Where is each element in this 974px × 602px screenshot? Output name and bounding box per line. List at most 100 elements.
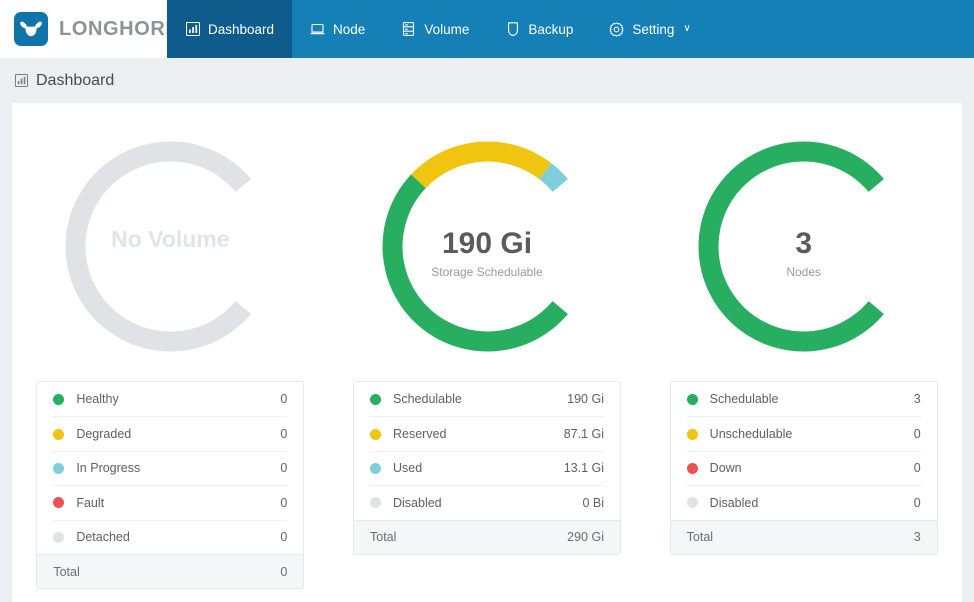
- legend-total-row: Total 0: [37, 553, 304, 589]
- status-dot: [53, 428, 65, 440]
- legend-total-row: Total 3: [670, 519, 937, 554]
- chevron-down-icon: ∨: [683, 23, 691, 34]
- dashboard-panels: No Volume Healthy 0 Degraded 0 In Progre…: [12, 119, 962, 590]
- legend-label: Down: [709, 461, 742, 476]
- legend-value: 190 Gi: [567, 392, 604, 407]
- status-dot: [53, 497, 65, 509]
- legend-label: Disabled: [709, 495, 759, 510]
- bar-chart-icon: [185, 22, 200, 37]
- storage-gauge-svg: [382, 141, 568, 352]
- gauge-arcs: [65, 141, 251, 352]
- legend-row[interactable]: Detached 0: [37, 519, 303, 554]
- legend-label: In Progress: [76, 461, 141, 476]
- legend-row[interactable]: Healthy 0: [37, 382, 303, 416]
- status-dot: [53, 531, 65, 543]
- legend-total-value: 290 Gi: [567, 530, 604, 545]
- legend-value: 0: [280, 495, 288, 510]
- legend-label: Reserved: [393, 427, 447, 442]
- nav-item-node[interactable]: Node: [292, 0, 383, 58]
- gauge-arcs: [698, 141, 885, 352]
- nav-item-label: Setting: [632, 21, 675, 37]
- legend-row[interactable]: Reserved 87.1 Gi: [354, 416, 620, 450]
- legend-row[interactable]: Schedulable 3: [671, 382, 937, 416]
- legend-value: 13.1 Gi: [563, 461, 604, 476]
- legend-label: Fault: [76, 495, 105, 510]
- legend-value: 0: [280, 530, 288, 545]
- volume-gauge: No Volume: [43, 119, 298, 369]
- status-dot: [686, 428, 698, 440]
- nav-item-dashboard[interactable]: Dashboard: [167, 0, 293, 58]
- status-dot: [370, 462, 381, 474]
- legend-label: Unschedulable: [709, 427, 793, 442]
- nav-item-label: Dashboard: [208, 21, 275, 37]
- status-dot: [370, 393, 381, 405]
- gauge-arcs: [382, 141, 568, 352]
- volume-gauge-svg: [65, 141, 251, 352]
- status-dot: [53, 462, 65, 474]
- legend-row[interactable]: Schedulable 190 Gi: [354, 382, 620, 416]
- nav-item-label: Volume: [424, 21, 470, 37]
- legend-value: 0: [913, 461, 921, 476]
- legend-value: 87.1 Gi: [563, 427, 604, 442]
- legend-label: Degraded: [76, 427, 132, 442]
- nav-item-setting[interactable]: Setting ∨: [591, 0, 708, 58]
- status-dot: [686, 497, 698, 509]
- panel-storage: 190 Gi Storage Schedulable Schedulable 1…: [329, 119, 646, 589]
- nodes-gauge-svg: [698, 141, 885, 352]
- nodes-legend-table: Schedulable 3 Unschedulable 0 Down 0 Dis…: [669, 381, 938, 555]
- legend-value: 0: [280, 392, 288, 407]
- gear-icon: [609, 21, 624, 37]
- legend-row[interactable]: Used 13.1 Gi: [354, 450, 620, 485]
- storage-legend-table: Schedulable 190 Gi Reserved 87.1 Gi Used: [353, 381, 621, 555]
- nav-item-label: Backup: [528, 21, 574, 37]
- legend-value: 0: [913, 427, 921, 442]
- top-navbar: LONGHORN Dashboard Node Volume Backup Se…: [0, 0, 974, 58]
- panel-nodes: 3 Nodes Schedulable 3 Unschedulable 0 Do…: [645, 119, 962, 589]
- dashboard-content-card: No Volume Healthy 0 Degraded 0 In Progre…: [12, 103, 962, 602]
- legend-total-value: 0: [280, 564, 288, 579]
- legend-value: 0: [913, 495, 921, 510]
- breadcrumb-label: Dashboard: [36, 71, 115, 89]
- legend-total-label: Total: [370, 530, 397, 545]
- nav-item-volume[interactable]: Volume: [383, 0, 487, 58]
- longhorn-bull-icon: [14, 12, 48, 46]
- gauge-segment: [382, 174, 568, 352]
- legend-label: Detached: [76, 530, 130, 545]
- legend-row[interactable]: In Progress 0: [37, 450, 303, 485]
- legend-row[interactable]: Unschedulable 0: [671, 416, 937, 450]
- legend-label: Schedulable: [709, 392, 779, 407]
- status-dot: [370, 428, 381, 440]
- legend-value: 0: [280, 461, 288, 476]
- brand-logo[interactable]: LONGHORN: [0, 0, 180, 58]
- nav-item-backup[interactable]: Backup: [487, 0, 591, 58]
- legend-label: Schedulable: [393, 392, 462, 407]
- legend-label: Used: [393, 461, 423, 476]
- brand-name: LONGHORN: [59, 17, 181, 40]
- panel-volume: No Volume Healthy 0 Degraded 0 In Progre…: [12, 119, 329, 590]
- status-dot: [686, 393, 698, 405]
- gauge-segment: [65, 141, 251, 352]
- legend-value: 0 Bi: [582, 495, 604, 510]
- legend-label: Disabled: [393, 495, 442, 510]
- status-dot: [53, 393, 65, 405]
- status-dot: [370, 497, 381, 509]
- gauge-segment: [698, 141, 885, 352]
- nodes-gauge: 3 Nodes: [676, 119, 931, 369]
- legend-row[interactable]: Disabled 0: [671, 485, 937, 519]
- volume-legend-table: Healthy 0 Degraded 0 In Progress 0 Fault…: [36, 381, 305, 590]
- nav-items: Dashboard Node Volume Backup Setting ∨: [167, 0, 709, 58]
- legend-total-label: Total: [53, 564, 80, 579]
- nav-item-label: Node: [333, 21, 366, 37]
- shield-icon: [505, 22, 520, 37]
- legend-row[interactable]: Degraded 0: [37, 416, 303, 450]
- legend-row[interactable]: Fault 0: [37, 485, 303, 519]
- legend-row[interactable]: Disabled 0 Bi: [354, 485, 620, 519]
- bar-chart-icon: [14, 73, 29, 88]
- legend-row[interactable]: Down 0: [671, 450, 937, 485]
- legend-total-label: Total: [686, 530, 714, 545]
- legend-value: 0: [280, 427, 288, 442]
- legend-total-row: Total 290 Gi: [354, 519, 620, 554]
- breadcrumb: Dashboard: [0, 58, 974, 103]
- storage-gauge: 190 Gi Storage Schedulable: [360, 119, 615, 369]
- legend-label: Healthy: [76, 392, 119, 407]
